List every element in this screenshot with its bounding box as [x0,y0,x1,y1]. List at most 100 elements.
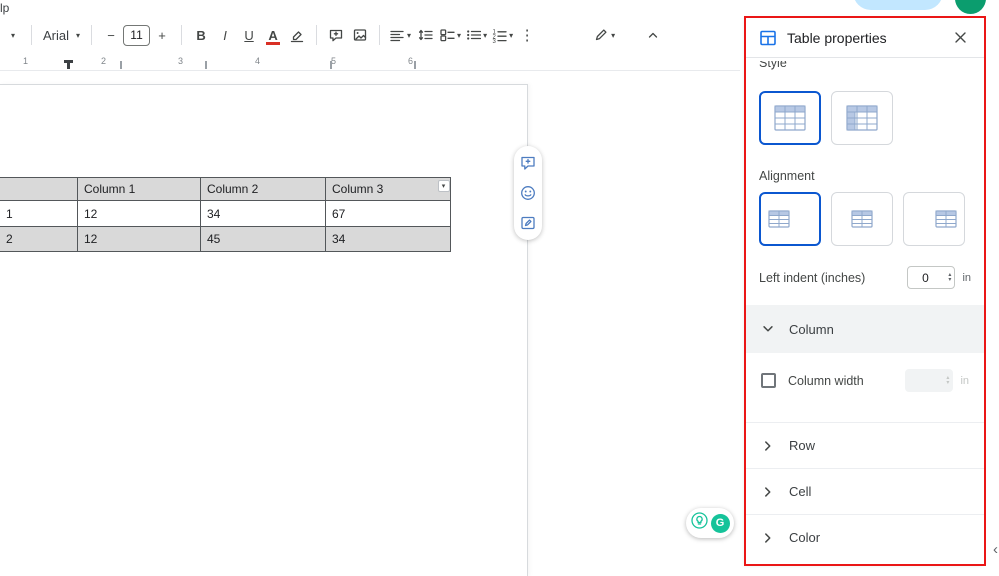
line-spacing-button[interactable] [413,22,437,48]
column-section-header[interactable]: Column [746,305,984,353]
truncated-dropdown[interactable]: ▾ [0,22,24,48]
table-menu-button[interactable]: ▾ [437,179,450,192]
chevron-right-icon [765,440,771,451]
column-section-label: Column [789,321,834,337]
column-width-row: Column width ▴ ▾ in [759,353,971,408]
chevron-down-icon [763,326,773,332]
column-marker[interactable] [120,61,122,69]
insert-comment-button[interactable] [324,22,348,48]
close-icon [954,32,966,43]
decrease-font-size-button[interactable]: − [99,22,123,48]
numbered-list-button[interactable]: 1 2 3 ▾ [489,22,515,48]
style-option-2[interactable] [831,91,893,145]
table-cell[interactable]: 67 [325,200,451,227]
menu-bar-fragment[interactable]: lp [0,1,9,15]
font-size-input[interactable] [123,24,151,46]
suggest-edits-button[interactable] [518,213,538,233]
column-width-checkbox[interactable] [761,373,776,388]
align-center-option[interactable] [831,192,893,246]
italic-button[interactable]: I [213,22,237,48]
color-section-header[interactable]: Color [746,514,984,560]
text-color-button[interactable]: A [261,22,285,48]
chevron-down-icon: ▾ [76,30,81,40]
table-cell[interactable]: Column 2 [200,177,326,201]
share-button[interactable] [853,0,943,10]
bulleted-list-icon [467,30,482,40]
column-width-input [910,373,937,388]
ruler-number: 4 [255,56,261,66]
column-marker[interactable] [330,61,332,69]
column-marker[interactable] [414,61,416,69]
table-cell[interactable]: 34 [200,200,326,227]
close-panel-button[interactable] [949,27,971,49]
table-cell[interactable]: 2 [0,226,78,252]
font-family-value: Arial [43,27,70,43]
table-cell[interactable]: 34 [325,226,451,252]
chevron-down-icon: ▾ [611,30,616,40]
style-option-1[interactable] [759,91,821,145]
chevron-right-icon [765,486,771,497]
more-options-button[interactable]: ⋮ [515,22,539,48]
hide-menus-button[interactable] [641,22,665,48]
chevron-down-icon: ▾ [457,30,462,40]
style-options [759,91,971,145]
row-section-header[interactable]: Row [746,422,984,468]
column-marker[interactable] [205,61,207,69]
table-cell[interactable]: 1 [0,200,78,227]
checklist-button[interactable]: ▾ [437,22,463,48]
indent-marker[interactable] [64,60,73,69]
insert-image-button[interactable] [348,22,372,48]
table-cell[interactable]: Column 1 [77,177,201,201]
image-icon [353,29,367,41]
bulleted-list-button[interactable]: ▾ [463,22,489,48]
table-cell[interactable]: 12 [77,200,201,227]
ruler-number: 3 [178,56,184,66]
ruler-number: 6 [408,56,414,66]
table-cell[interactable]: Column 3 ▾ [325,177,451,201]
collapse-panel-chevron[interactable]: ‹ [993,541,998,558]
chevron-down-icon: ▾ [509,30,514,40]
ruler-number: 2 [101,56,107,66]
document-canvas[interactable]: Column 1 Column 2 Column 3 ▾ 1 12 34 67 2… [0,71,745,576]
grammarly-widget[interactable]: G [686,508,734,538]
table-icon [760,30,776,45]
align-button[interactable]: ▾ [387,22,413,48]
left-indent-input[interactable] [912,270,939,285]
font-family-select[interactable]: Arial ▾ [39,22,84,48]
stepper-icon[interactable]: ▴ ▾ [948,272,951,283]
table-row: 1 12 34 67 [0,200,451,227]
add-comment-icon [521,156,535,170]
align-left-option[interactable] [759,192,821,246]
increase-font-size-button[interactable]: + [150,22,174,48]
bold-button[interactable]: B [189,22,213,48]
stepper-icon: ▴ ▾ [946,374,950,386]
align-right-option[interactable] [903,192,965,246]
document-page[interactable]: Column 1 Column 2 Column 3 ▾ 1 12 34 67 2… [0,84,528,576]
editing-mode-button[interactable]: ▾ [591,22,617,48]
highlight-color-button[interactable] [285,22,309,48]
horizontal-ruler[interactable]: 1 2 3 4 5 6 [0,54,740,71]
toolbar-divider [316,25,318,45]
alignment-section-label: Alignment [759,169,815,183]
document-table[interactable]: Column 1 Column 2 Column 3 ▾ 1 12 34 67 2… [0,177,451,252]
table-cell[interactable]: 45 [200,226,326,252]
add-comment-button[interactable] [518,153,538,173]
svg-text:3: 3 [493,39,497,43]
account-avatar[interactable] [955,0,986,14]
format-toolbar: ▾ Arial ▾ − + B I U A ▾ [0,20,665,50]
panel-header: Table properties [746,18,984,58]
table-properties-panel: Table properties Style Alignment Left in… [746,18,984,566]
app-window: lp ▾ Arial ▾ − + B I U A [0,0,999,576]
table-cell-text: Column 3 [332,182,384,196]
table-cell[interactable]: 12 [77,226,201,252]
table-cell[interactable] [0,177,78,201]
ruler-number: 1 [23,56,29,66]
emoji-smile-icon [521,186,535,200]
panel-title: Table properties [787,29,887,46]
chevron-right-icon [765,532,771,543]
add-comment-icon [329,29,343,42]
emoji-reaction-button[interactable] [518,183,538,203]
cell-section-header[interactable]: Cell [746,468,984,514]
underline-button[interactable]: U [237,22,261,48]
align-left-icon [390,30,404,42]
